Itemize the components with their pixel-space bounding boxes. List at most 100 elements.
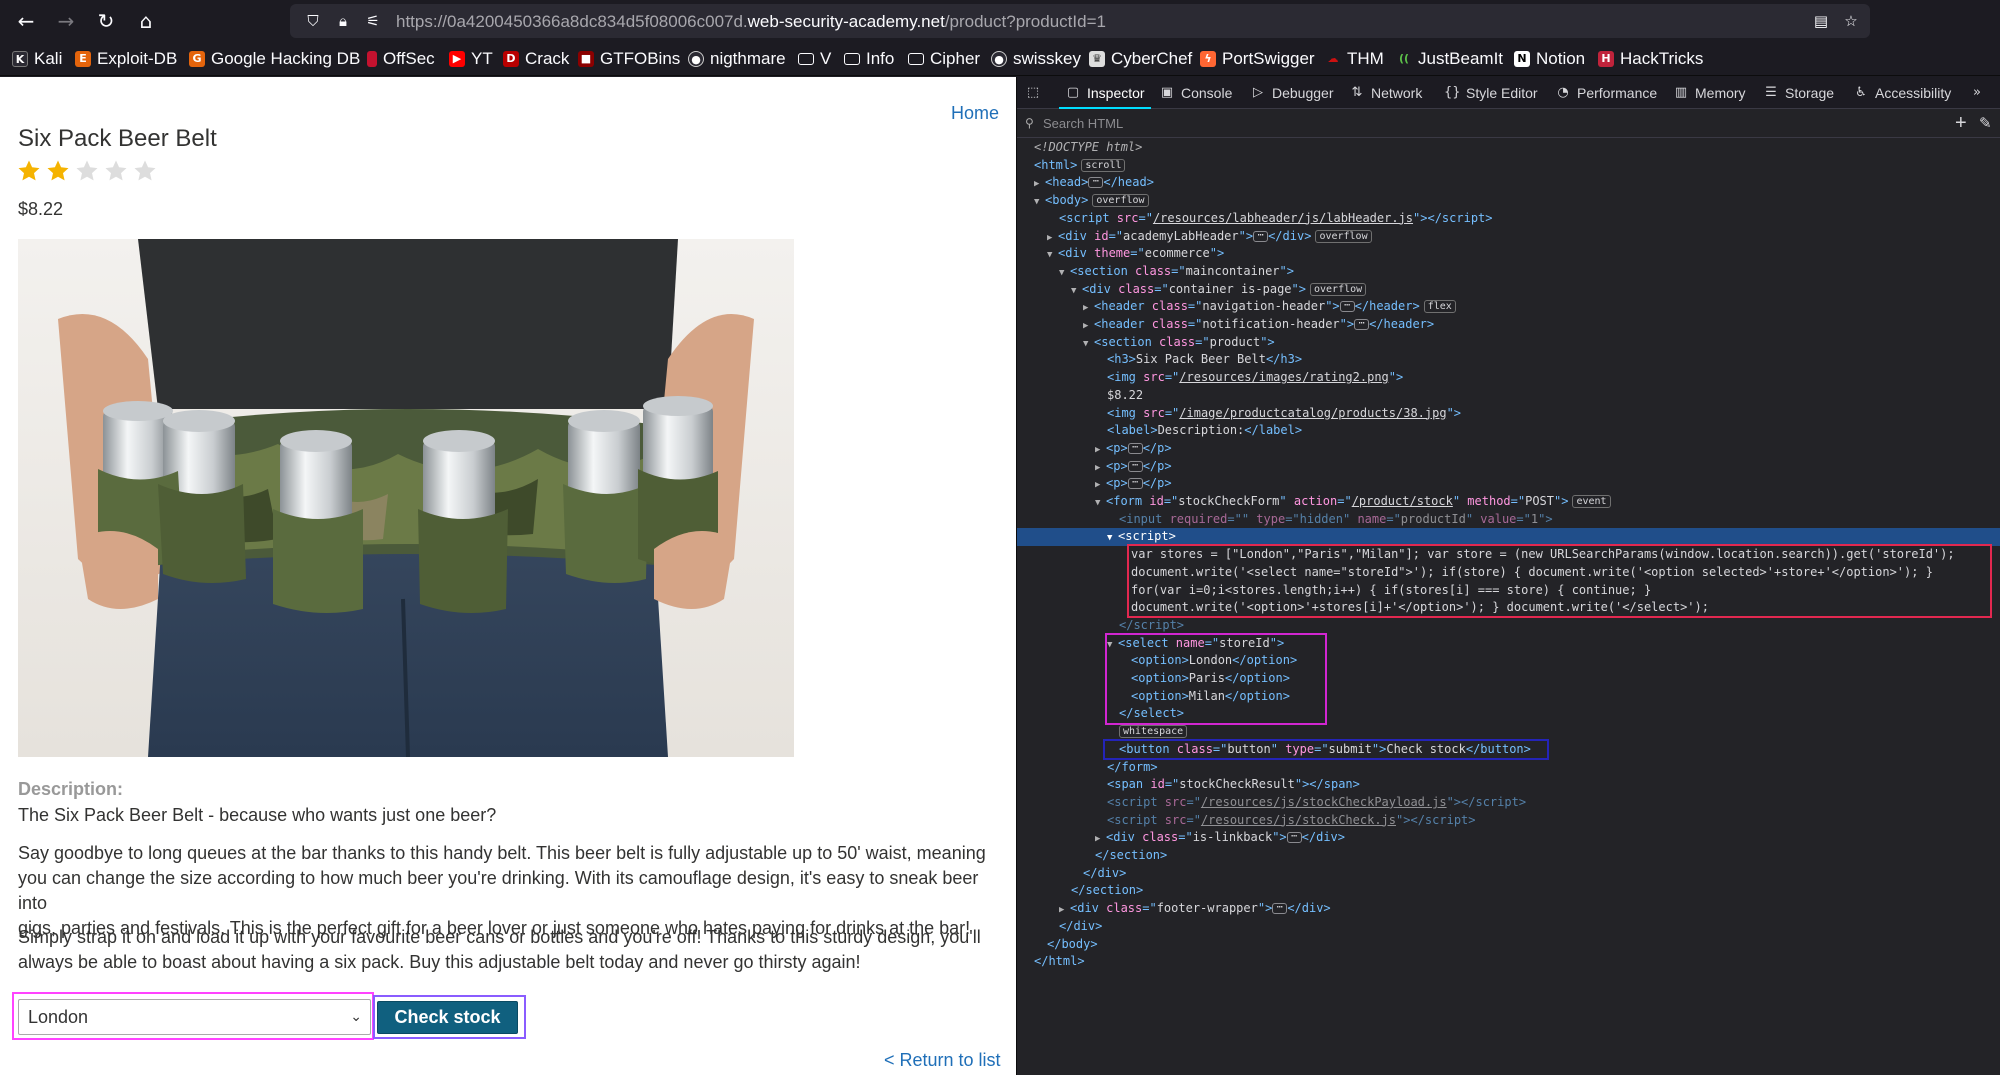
bookmark-gtfobins[interactable]: ■ GTFOBins xyxy=(578,48,680,70)
bookmark-star-icon[interactable]: ☆ xyxy=(1840,10,1862,32)
tree-body[interactable]: ▼ <body> overflow xyxy=(1017,192,2000,210)
bookmark-folder-info[interactable]: Info xyxy=(844,48,894,70)
bookmark-offsec[interactable]: OffSec xyxy=(367,48,435,70)
gtfobins-icon: ■ xyxy=(578,51,594,67)
tree-form[interactable]: ▼ <form id="stockCheckForm" action="/prod… xyxy=(1017,493,2000,511)
offsec-icon xyxy=(367,51,377,67)
tree-section-close-2[interactable]: </section> xyxy=(1017,882,2000,900)
memory-icon: ▥ xyxy=(1674,85,1688,100)
bookmark-google-hacking-db[interactable]: G Google Hacking DB xyxy=(189,48,360,70)
tree-h3[interactable]: <h3>Six Pack Beer Belt</h3> xyxy=(1017,351,2000,369)
tab-inspector[interactable]: ▢ Inspector xyxy=(1059,77,1151,109)
address-bar[interactable]: ⛉ 🔒︎ ⚟ https://0a4200450366a8dc834d5f080… xyxy=(290,4,1870,38)
tree-html[interactable]: <html> scroll xyxy=(1017,157,2000,175)
bookmark-folder-v[interactable]: V xyxy=(798,48,831,70)
tree-span-result[interactable]: <span id="stockCheckResult"></span> xyxy=(1017,776,2000,794)
tree-section-close[interactable]: </section> xyxy=(1017,847,2000,865)
tree-section-product[interactable]: ▼ <section class="product"> xyxy=(1017,334,2000,352)
tree-script-stockcheck[interactable]: <script src="/resources/js/stockCheck.js… xyxy=(1017,812,2000,830)
tab-performance[interactable]: ◔ Performance xyxy=(1555,77,1657,109)
star-filled-icon xyxy=(47,160,69,181)
reload-icon[interactable]: ↻ xyxy=(92,7,120,35)
tree-p-3[interactable]: ▶ <p> ⋯ </p> xyxy=(1017,475,2000,493)
tree-theme-div[interactable]: ▼ <div theme="ecommerce"> xyxy=(1017,245,2000,263)
style-editor-icon: {} xyxy=(1444,85,1461,100)
bookmark-exploit-db[interactable]: E Exploit-DB xyxy=(75,48,177,70)
back-icon[interactable]: ← xyxy=(12,7,40,35)
tree-div-close[interactable]: </div> xyxy=(1017,865,2000,883)
performance-icon: ◔ xyxy=(1557,85,1569,100)
home-icon[interactable]: ⌂ xyxy=(132,7,160,35)
tree-img-product[interactable]: <img src="/image/productcatalog/products… xyxy=(1017,405,2000,423)
search-icon: ⚲ xyxy=(1025,116,1034,130)
tree-maincontainer[interactable]: ▼ <section class="maincontainer"> xyxy=(1017,263,2000,281)
shield-icon[interactable]: ⛉ xyxy=(302,10,324,32)
bookmark-swisskey[interactable]: ● swisskey xyxy=(991,48,1081,70)
exploit-db-icon: E xyxy=(75,51,91,67)
tree-nav-header[interactable]: ▶ <header class="navigation-header"> ⋯ </he… xyxy=(1017,298,2000,316)
bookmarks-bar: K Kali E Exploit-DB G Google Hacking DB Off… xyxy=(0,42,2000,76)
bookmark-yt[interactable]: ▶ YT xyxy=(449,48,493,70)
tree-script-labheader[interactable]: <script src="/resources/labheader/js/lab… xyxy=(1017,210,2000,228)
tree-body-close[interactable]: </body> xyxy=(1017,936,2000,954)
script-highlight-annotation xyxy=(1127,544,1992,618)
tree-head[interactable]: ▶ <head> ⋯ </head> xyxy=(1017,174,2000,192)
tree-p-2[interactable]: ▶ <p> ⋯ </p> xyxy=(1017,458,2000,476)
tree-academy-header[interactable]: ▶ <div id="academyLabHeader"> ⋯ </div> overf… xyxy=(1017,228,2000,246)
tree-label[interactable]: <label>Description:</label> xyxy=(1017,422,2000,440)
tree-p-1[interactable]: ▶ <p> ⋯ </p> xyxy=(1017,440,2000,458)
search-html-input[interactable]: Search HTML xyxy=(1043,116,1123,131)
bookmark-nigthmare[interactable]: ● nigthmare xyxy=(688,48,786,70)
notion-icon: N xyxy=(1514,51,1530,67)
tree-html-close[interactable]: </html> xyxy=(1017,953,2000,971)
tab-accessibility[interactable]: ♿︎ Accessibility xyxy=(1853,77,1951,109)
tree-input-hidden[interactable]: <input required="" type="hidden" name="p… xyxy=(1017,511,2000,529)
button-tree-highlight-annotation xyxy=(1103,739,1549,760)
tree-form-close[interactable]: </form> xyxy=(1017,759,2000,777)
tab-style-editor[interactable]: {} Style Editor xyxy=(1444,77,1538,109)
bookmark-cyberchef[interactable]: ♛ CyberChef xyxy=(1089,48,1192,70)
forward-icon[interactable]: → xyxy=(52,7,80,35)
bookmark-notion[interactable]: N Notion xyxy=(1514,48,1585,70)
tree-footer[interactable]: ▶ <div class="footer-wrapper"> ⋯ </div> xyxy=(1017,900,2000,918)
store-select[interactable]: London ⌄ xyxy=(18,999,371,1035)
tree-linkback[interactable]: ▶ <div class="is-linkback"> ⋯ </div> xyxy=(1017,829,2000,847)
chevron-down-icon: ⌄ xyxy=(350,1009,362,1025)
tab-debugger[interactable]: ▷ Debugger xyxy=(1250,77,1334,109)
store-select-value: London xyxy=(28,1007,89,1027)
url-text[interactable]: https://0a4200450366a8dc834d5f08006c007d… xyxy=(396,12,1106,32)
return-to-list-link[interactable]: < Return to list xyxy=(884,1050,1001,1071)
tab-storage[interactable]: ☰ Storage xyxy=(1763,77,1834,109)
permissions-icon[interactable]: ⚟ xyxy=(362,10,384,32)
lock-icon[interactable]: 🔒︎ xyxy=(332,10,354,32)
tree-container[interactable]: ▼ <div class="container is-page"> overflow xyxy=(1017,281,2000,299)
storage-icon: ☰ xyxy=(1765,85,1777,100)
bookmark-thm[interactable]: ☁ THM xyxy=(1325,48,1384,70)
tree-div-close-2[interactable]: </div> xyxy=(1017,918,2000,936)
tree-doctype[interactable]: <!DOCTYPE html> xyxy=(1017,139,2000,157)
star-empty-icon xyxy=(76,160,98,181)
home-link[interactable]: Home xyxy=(951,103,999,124)
overflow-tabs-icon[interactable]: » xyxy=(1969,77,1991,109)
bookmark-folder-cipher[interactable]: Cipher xyxy=(908,48,980,70)
description-label: Description: xyxy=(18,779,124,799)
eyedropper-icon[interactable]: ✎ xyxy=(1979,114,1992,132)
tree-img-rating[interactable]: <img src="/resources/images/rating2.png"… xyxy=(1017,369,2000,387)
add-node-icon[interactable]: + xyxy=(1955,112,1967,135)
tree-price-text[interactable]: $8.22 xyxy=(1017,387,2000,405)
bookmark-crack[interactable]: D Crack xyxy=(503,48,569,70)
tree-script-payload[interactable]: <script src="/resources/js/stockCheckPay… xyxy=(1017,794,2000,812)
element-picker-icon[interactable]: ⬚ xyxy=(1025,77,1047,109)
bookmark-kali[interactable]: K Kali xyxy=(12,48,62,70)
tab-memory[interactable]: ▥ Memory xyxy=(1673,77,1746,109)
check-stock-button[interactable]: Check stock xyxy=(377,1001,518,1034)
tab-console[interactable]: ▣ Console xyxy=(1159,77,1233,109)
bookmark-portswigger[interactable]: ϟ PortSwigger xyxy=(1200,48,1315,70)
bookmark-justbeamit[interactable]: ((JustBeamIt xyxy=(1396,48,1503,70)
tree-script-close[interactable]: </script> xyxy=(1017,617,2000,635)
reader-view-icon[interactable]: ▤ xyxy=(1810,10,1832,32)
tree-notification-header[interactable]: ▶ <header class="notification-header"> ⋯ </… xyxy=(1017,316,2000,334)
tab-network[interactable]: ⇅ Network xyxy=(1349,77,1423,109)
hacktricks-icon: H xyxy=(1598,51,1614,67)
bookmark-hacktricks[interactable]: H HackTricks xyxy=(1598,48,1703,70)
